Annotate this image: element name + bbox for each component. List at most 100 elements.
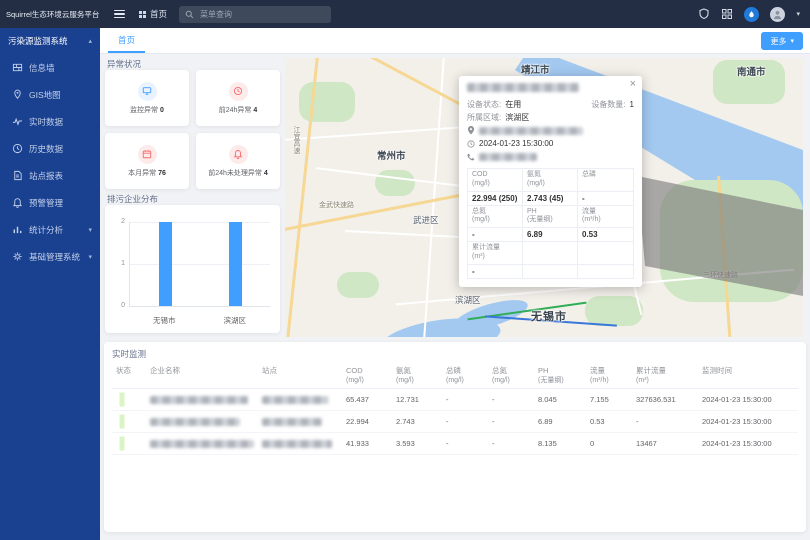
breadcrumb-home-label: 首页 — [150, 8, 167, 20]
abnormal-section-title: 异常状况 — [107, 58, 141, 70]
popup-metrics-table: COD(mg/l) 氨氮(mg/l) 总磷 22.994 (250) 2.743… — [467, 168, 634, 279]
cell-tn: - — [488, 432, 534, 454]
bar-chart-icon — [12, 224, 23, 235]
stat-card-24h-unhandled[interactable]: 前24h未处理异常4 — [196, 133, 280, 189]
col-flow: 流量(m³/h) — [586, 363, 632, 388]
metric-value: 0.53 — [578, 228, 633, 242]
redacted-site-name — [262, 396, 328, 404]
app: Squirrel生态环境云服务平台 首页 ▾ 污染源监测系统 ▴ — [0, 0, 810, 540]
sidebar-system-title[interactable]: 污染源监测系统 ▴ — [0, 28, 100, 54]
stat-value: 4 — [253, 107, 257, 114]
stat-value: 76 — [158, 170, 166, 177]
water-drop-icon — [747, 10, 756, 19]
bar-chart-bars — [130, 222, 270, 306]
redacted-site-name — [262, 440, 332, 448]
stat-card-month-abnormal[interactable]: 本月异常76 — [105, 133, 189, 189]
chevron-down-icon: ▾ — [790, 37, 794, 45]
metric-value: - — [578, 192, 633, 206]
sidebar-item-info-wall[interactable]: 信息墙 — [0, 54, 100, 81]
chevron-up-icon: ▴ — [88, 37, 92, 45]
abnormal-stats: 监控异常0 前24h异常4 本月异常76 前24h未处理异常4 — [105, 70, 280, 189]
bar-滨湖区 — [229, 222, 242, 306]
stat-card-monitor-abnormal[interactable]: 监控异常0 — [105, 70, 189, 126]
sidebar-item-history-data[interactable]: 历史数据 — [0, 135, 100, 162]
metric-header-empty — [523, 242, 578, 265]
metric-value: - — [468, 265, 523, 278]
bell-icon — [12, 197, 23, 208]
sidebar-item-label: 实时数据 — [29, 116, 63, 128]
map-label-常州市: 常州市 — [377, 148, 406, 162]
metric-value-empty — [578, 265, 633, 278]
map-label-滨湖区: 滨湖区 — [455, 294, 481, 306]
sidebar-item-gis-map[interactable]: GIS地图 — [0, 81, 100, 108]
map-pin-icon — [12, 89, 23, 100]
map-park — [299, 82, 355, 122]
sidebar-item-statistics[interactable]: 统计分析 ▾ — [0, 216, 100, 243]
sidebar-item-label: 统计分析 — [29, 224, 63, 236]
cell-flow: 0.53 — [586, 410, 632, 432]
stat-card-24h-abnormal[interactable]: 前24h异常4 — [196, 70, 280, 126]
sidebar-item-site-report[interactable]: 站点报表 — [0, 162, 100, 189]
metric-header: PH(无量纲) — [523, 206, 578, 229]
topbar-actions: ▾ — [698, 7, 810, 22]
shield-icon[interactable] — [698, 8, 710, 20]
table-row[interactable]: 41.933 3.593 - - 8.135 0 13467 2024-01-2… — [112, 432, 798, 454]
info-wall-icon — [12, 62, 23, 73]
sidebar-item-base-system[interactable]: 基础管理系统 ▾ — [0, 243, 100, 270]
cell-tn: - — [488, 388, 534, 410]
cell-ph: 6.89 — [534, 410, 586, 432]
metric-value: - — [468, 228, 523, 242]
monitor-icon — [138, 82, 157, 101]
cell-cod: 65.437 — [342, 388, 392, 410]
apps-grid-icon[interactable] — [721, 8, 733, 20]
sidebar: 污染源监测系统 ▴ 信息墙 GIS地图 实时数据 历史数据 站点报表 — [0, 28, 100, 540]
sidebar-item-warning-mgmt[interactable]: 预警管理 — [0, 189, 100, 216]
tab-home[interactable]: 首页 — [108, 28, 145, 53]
calendar-icon — [138, 145, 157, 164]
redacted-phone — [479, 153, 537, 161]
user-menu-caret-icon[interactable]: ▾ — [796, 10, 800, 18]
device-status-label: 设备状态: — [467, 99, 501, 110]
home-grid-icon — [139, 11, 146, 18]
map-label-靖江市: 靖江市 — [521, 62, 550, 76]
stat-label: 前24h异常 — [219, 107, 252, 114]
more-button[interactable]: 更多 ▾ — [761, 32, 803, 50]
search-input[interactable] — [198, 9, 325, 20]
cell-total-flow: 327636.531 — [632, 388, 698, 410]
cell-flow: 0 — [586, 432, 632, 454]
cell-time: 2024-01-23 15:30:00 — [698, 432, 798, 454]
map[interactable]: 靖江市南通市常州市武进区滨湖区无锡市金武快速路江宜高速三环快速路 × 设备状态:… — [285, 58, 803, 337]
cell-total-flow: - — [632, 410, 698, 432]
chevron-down-icon: ▾ — [88, 253, 92, 261]
breadcrumb[interactable]: 首页 — [139, 8, 167, 20]
redacted-company-name — [467, 83, 579, 92]
stat-label: 前24h未处理异常 — [208, 170, 262, 177]
user-avatar[interactable] — [770, 7, 785, 22]
y-tick: 2 — [107, 218, 125, 225]
y-tick: 0 — [107, 302, 125, 309]
y-tick: 1 — [107, 260, 125, 267]
device-status-value: 在用 — [505, 99, 521, 110]
system-title-label: 污染源监测系统 — [8, 35, 68, 47]
realtime-monitor-card: 实时监测 状态 企业名称 站点 COD(mg/l) 氨氮(mg/l) 总磷(mg… — [104, 342, 806, 532]
sidebar-item-label: 信息墙 — [29, 62, 55, 74]
col-nh3n: 氨氮(mg/l) — [392, 363, 442, 388]
table-row[interactable]: 65.437 12.731 - - 8.045 7.155 327636.531… — [112, 388, 798, 410]
redacted-company-name — [150, 440, 254, 448]
col-status: 状态 — [112, 363, 146, 388]
metric-header-empty — [578, 242, 633, 265]
menu-search[interactable] — [179, 6, 331, 23]
hamburger-menu-icon[interactable] — [114, 10, 125, 19]
close-icon[interactable]: × — [630, 79, 636, 90]
stat-value: 4 — [264, 170, 268, 177]
device-count-label: 设备数量: — [591, 99, 625, 110]
tabbar: 首页 更多 ▾ — [100, 28, 810, 54]
table-row[interactable]: 22.994 2.743 - - 6.89 0.53 - 2024-01-23 … — [112, 410, 798, 432]
map-label-江宜高速: 江宜高速 — [291, 126, 301, 154]
cell-tp: - — [442, 432, 488, 454]
water-drop-badge[interactable] — [744, 7, 759, 22]
chart-plot-area — [129, 222, 270, 307]
sidebar-item-realtime-data[interactable]: 实时数据 — [0, 108, 100, 135]
alarm-bell-icon — [229, 145, 248, 164]
cell-cod: 41.933 — [342, 432, 392, 454]
